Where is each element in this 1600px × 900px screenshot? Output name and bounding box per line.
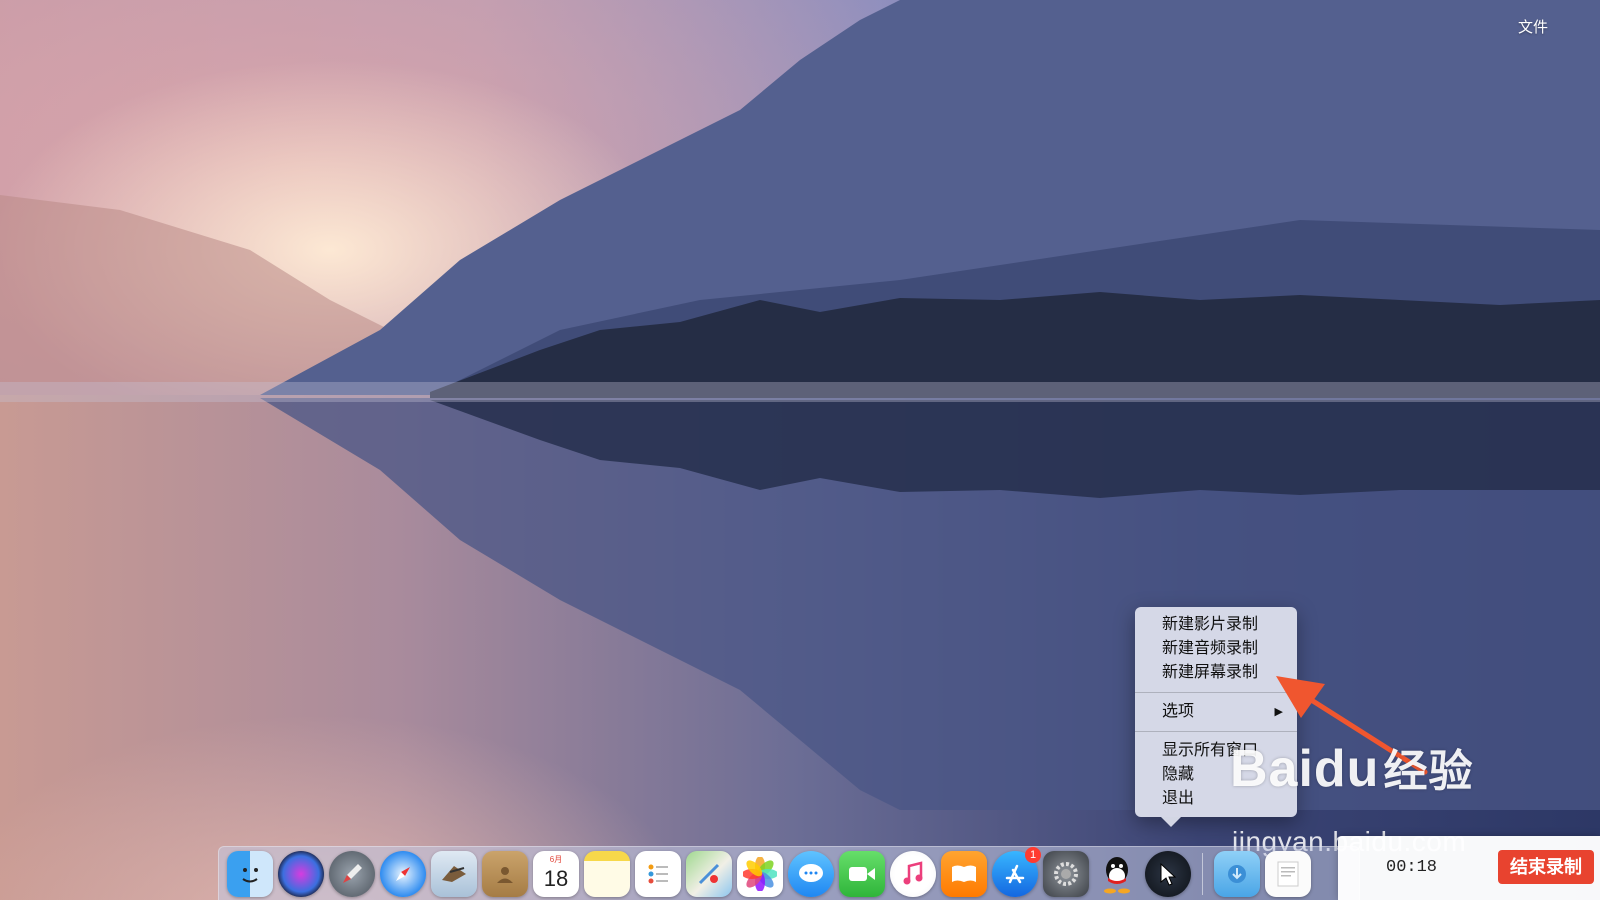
facetime-icon[interactable] <box>839 850 885 897</box>
watermark-brand-a: Bai <box>1230 740 1314 798</box>
maps-icon[interactable] <box>686 850 732 897</box>
menu-item-options[interactable]: 选项 ▶ <box>1135 700 1297 724</box>
watermark-brand-b: du <box>1313 740 1380 798</box>
ibooks-icon[interactable] <box>941 850 987 897</box>
messages-icon[interactable] <box>788 850 834 897</box>
qq-icon[interactable] <box>1094 851 1140 897</box>
itunes-icon[interactable] <box>890 850 936 897</box>
calendar-month: 6月 <box>549 854 563 864</box>
quicktime-icon[interactable] <box>1145 850 1191 897</box>
photos-icon[interactable] <box>737 850 783 897</box>
calendar-day: 18 <box>543 865 569 891</box>
dock: 6月 18 1 <box>218 846 1360 900</box>
menu-separator <box>1135 692 1297 693</box>
app-store-badge: 1 <box>1025 846 1041 863</box>
baidu-watermark: Baidu经验 <box>1230 735 1473 799</box>
mail-icon[interactable] <box>431 850 477 897</box>
screen-recording-widget: 00:18 结束录制 <box>1338 836 1600 900</box>
watermark-brand-cn: 经验 <box>1383 747 1474 796</box>
safari-icon[interactable] <box>380 850 426 897</box>
menu-item-new-audio-recording[interactable]: 新建音频录制 <box>1135 637 1297 661</box>
siri-icon[interactable] <box>278 850 324 897</box>
notes-icon[interactable] <box>584 850 630 897</box>
document-stack-icon[interactable] <box>1265 850 1311 897</box>
app-store-icon[interactable]: 1 <box>992 846 1041 897</box>
menu-item-options-label: 选项 <box>1162 703 1195 720</box>
menu-separator <box>1135 731 1297 732</box>
menu-file[interactable]: 文件 <box>1518 16 1548 37</box>
menu-item-new-screen-recording[interactable]: 新建屏幕录制 <box>1135 661 1297 685</box>
menu-item-new-movie-recording[interactable]: 新建影片录制 <box>1135 613 1297 637</box>
end-recording-button[interactable]: 结束录制 <box>1498 850 1594 884</box>
launchpad-icon[interactable] <box>329 850 375 897</box>
recording-timer: 00:18 <box>1386 858 1438 877</box>
reminders-icon[interactable] <box>635 850 681 897</box>
contacts-icon[interactable] <box>482 850 528 897</box>
calendar-icon[interactable]: 6月 18 <box>533 850 579 897</box>
submenu-arrow-icon: ▶ <box>1274 706 1283 718</box>
downloads-folder-icon[interactable] <box>1214 850 1260 897</box>
dock-divider <box>1202 852 1203 895</box>
finder-icon[interactable] <box>227 850 273 897</box>
system-preferences-icon[interactable] <box>1043 850 1089 897</box>
